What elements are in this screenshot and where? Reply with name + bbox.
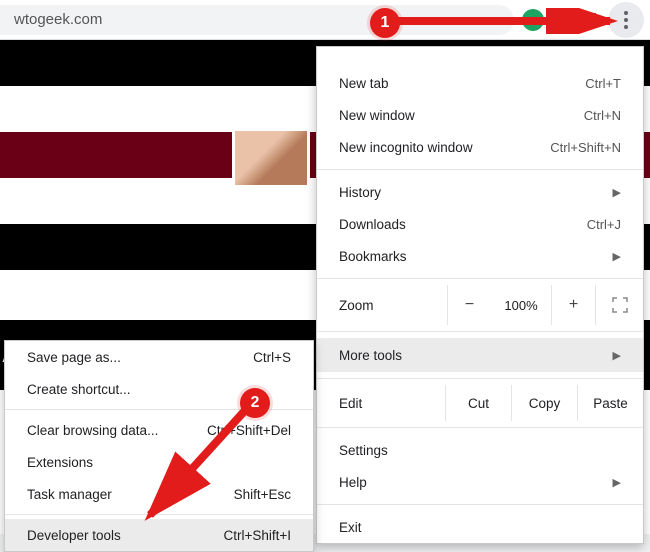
menu-shortcut: Shift+Esc — [234, 487, 291, 502]
submenu-item-developer-tools[interactable]: Developer tools Ctrl+Shift+I — [5, 519, 313, 551]
menu-label: Save page as... — [27, 350, 121, 365]
extension-icon[interactable] — [522, 9, 544, 31]
thumbnail-image — [232, 128, 310, 188]
chevron-right-icon: ▶ — [613, 349, 621, 362]
menu-item-incognito[interactable]: New incognito window Ctrl+Shift+N — [317, 131, 643, 163]
menu-button-icon[interactable] — [608, 2, 644, 38]
menu-label: New tab — [339, 76, 389, 91]
menu-item-help[interactable]: Help ▶ — [317, 466, 643, 498]
zoom-value: 100% — [491, 298, 551, 313]
browser-toolbar: wtogeek.com 8 — [0, 0, 650, 40]
paste-button[interactable]: Paste — [577, 385, 643, 421]
menu-shortcut: Ctrl+J — [587, 217, 621, 232]
submenu-item-task-manager[interactable]: Task manager Shift+Esc — [5, 478, 313, 510]
menu-item-history[interactable]: History ▶ — [317, 176, 643, 208]
menu-shortcut: Ctrl+S — [253, 350, 291, 365]
menu-label: Extensions — [27, 455, 93, 470]
zoom-out-button[interactable]: − — [447, 285, 491, 325]
menu-label: More tools — [339, 348, 402, 363]
menu-label: Task manager — [27, 487, 112, 502]
menu-label: Clear browsing data... — [27, 423, 158, 438]
menu-item-settings[interactable]: Settings — [317, 434, 643, 466]
annotation-badge-1: 1 — [370, 8, 400, 38]
menu-label: New incognito window — [339, 140, 473, 155]
chevron-right-icon: ▶ — [613, 250, 621, 263]
zoom-in-button[interactable]: + — [551, 285, 595, 325]
menu-shortcut: Ctrl+N — [584, 108, 621, 123]
menu-label: New window — [339, 108, 415, 123]
submenu-item-clear-data[interactable]: Clear browsing data... Ctrl+Shift+Del — [5, 414, 313, 446]
submenu-item-save-page[interactable]: Save page as... Ctrl+S — [5, 341, 313, 373]
menu-label: Exit — [339, 520, 362, 535]
menu-item-more-tools[interactable]: More tools ▶ — [317, 338, 643, 372]
extension-icons: 8 — [522, 9, 608, 31]
extension-badge-icon[interactable]: 8 — [578, 9, 600, 31]
menu-label: History — [339, 185, 381, 200]
menu-zoom-row: Zoom − 100% + — [317, 285, 643, 325]
menu-item-new-tab[interactable]: New tab Ctrl+T — [317, 67, 643, 99]
menu-edit-row: Edit Cut Copy Paste — [317, 385, 643, 421]
chevron-right-icon: ▶ — [613, 186, 621, 199]
copy-button[interactable]: Copy — [511, 385, 577, 421]
menu-item-new-window[interactable]: New window Ctrl+N — [317, 99, 643, 131]
menu-item-bookmarks[interactable]: Bookmarks ▶ — [317, 240, 643, 272]
chevron-right-icon: ▶ — [613, 476, 621, 489]
cut-button[interactable]: Cut — [445, 385, 511, 421]
menu-label: Developer tools — [27, 528, 121, 543]
menu-label: Bookmarks — [339, 249, 407, 264]
menu-label: Help — [339, 475, 367, 490]
address-bar[interactable]: wtogeek.com — [0, 5, 514, 35]
menu-label: Create shortcut... — [27, 382, 131, 397]
zoom-label: Zoom — [339, 298, 447, 313]
menu-shortcut: Ctrl+T — [585, 76, 621, 91]
menu-item-downloads[interactable]: Downloads Ctrl+J — [317, 208, 643, 240]
annotation-badge-2: 2 — [240, 388, 270, 418]
menu-item-exit[interactable]: Exit — [317, 511, 643, 543]
extension-icon[interactable] — [550, 9, 572, 31]
menu-shortcut: Ctrl+Shift+I — [223, 528, 291, 543]
menu-label: Settings — [339, 443, 388, 458]
more-tools-submenu: Save page as... Ctrl+S Create shortcut..… — [4, 340, 314, 552]
main-menu: New tab Ctrl+T New window Ctrl+N New inc… — [316, 46, 644, 544]
submenu-item-extensions[interactable]: Extensions — [5, 446, 313, 478]
edit-label: Edit — [317, 396, 445, 411]
fullscreen-icon[interactable] — [595, 285, 643, 325]
menu-shortcut: Ctrl+Shift+Del — [207, 423, 291, 438]
menu-shortcut: Ctrl+Shift+N — [550, 140, 621, 155]
menu-label: Downloads — [339, 217, 406, 232]
